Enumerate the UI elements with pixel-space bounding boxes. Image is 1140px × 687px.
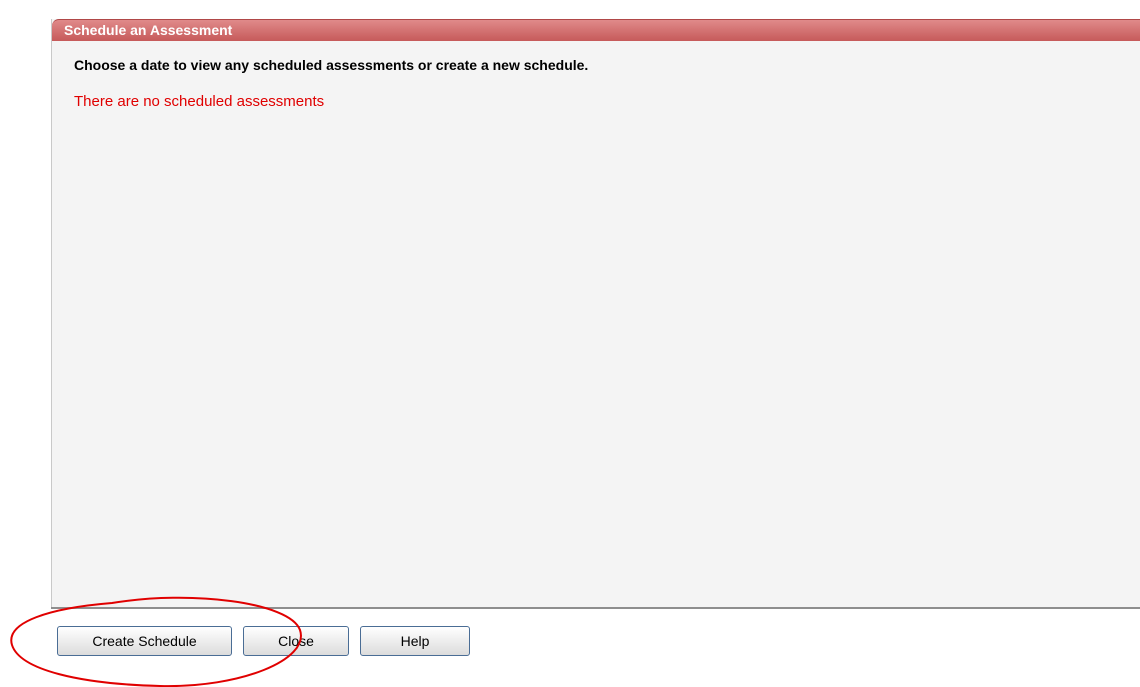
no-assessments-message: There are no scheduled assessments xyxy=(74,93,325,110)
panel-title: Schedule an Assessment xyxy=(52,19,1140,41)
schedule-assessment-panel: Schedule an Assessment Choose a date to … xyxy=(51,19,1140,608)
button-bar: Create Schedule Close Help xyxy=(57,626,470,656)
instruction-text: Choose a date to view any scheduled asse… xyxy=(74,57,589,73)
help-button[interactable]: Help xyxy=(360,626,470,656)
close-button[interactable]: Close xyxy=(243,626,349,656)
panel-divider xyxy=(51,607,1140,609)
create-schedule-button[interactable]: Create Schedule xyxy=(57,626,232,656)
